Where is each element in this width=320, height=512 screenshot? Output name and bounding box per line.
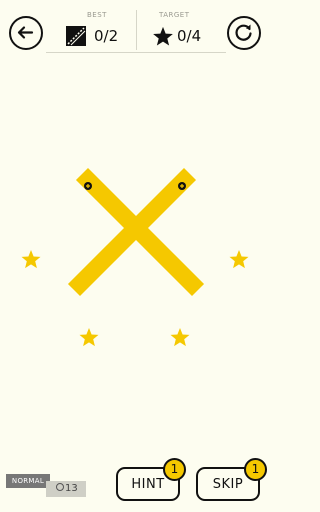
plus-pin-icon [178,182,186,190]
skip-count-badge: 1 [244,458,267,481]
level-number: 13 [65,483,78,494]
difficulty-tag: NORMAL [6,474,50,488]
target-star [170,328,190,347]
level-ring-icon [56,483,64,491]
target-star [21,250,41,269]
plus-pin-icon [84,182,92,190]
target-star [79,328,99,347]
level-tag: 13 [46,481,86,497]
hint-count-badge: 1 [163,458,186,481]
target-star [229,250,249,269]
game-board[interactable] [0,0,271,512]
